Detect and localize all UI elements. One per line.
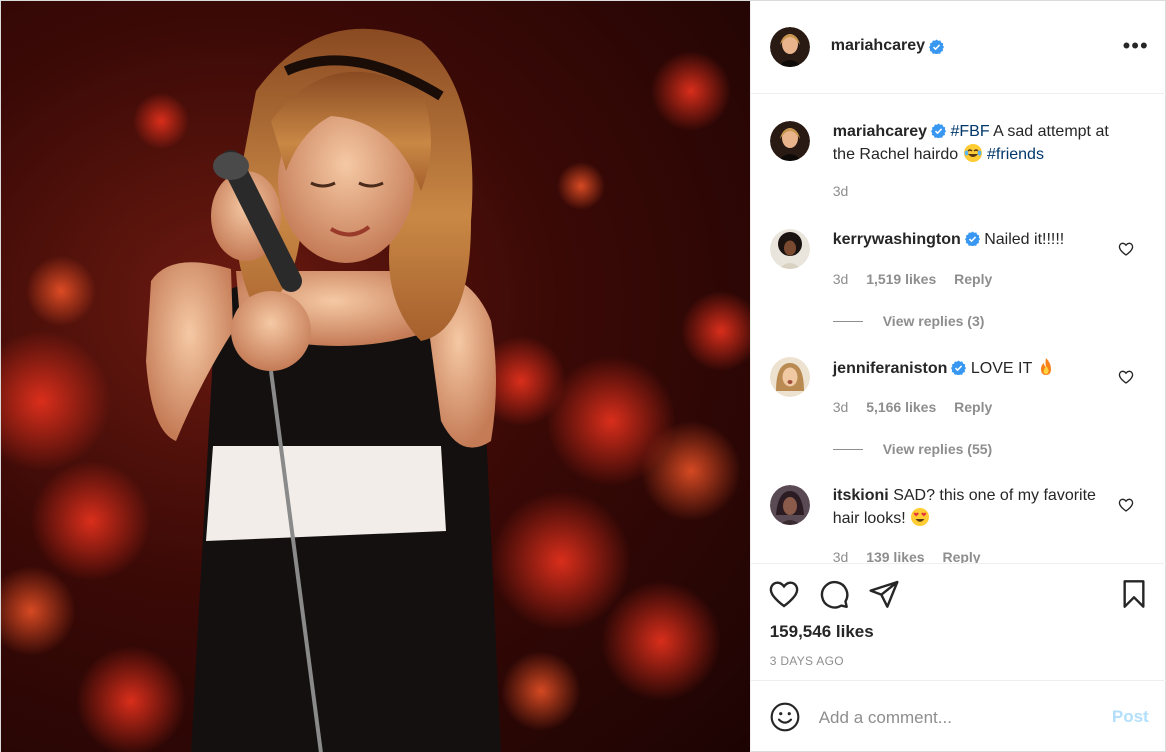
verified-icon [931,123,947,138]
hashtag-friends[interactable]: #friends [987,146,1044,163]
comment-icon[interactable] [818,578,850,610]
author-avatar[interactable] [769,27,810,67]
comment-text: jenniferaniston LOVE IT [833,357,1123,380]
comment-meta: 3d 5,166 likes Reply [833,399,1007,415]
comment-like-icon[interactable] [1118,369,1134,385]
likes-count[interactable]: 159,546 likes [770,622,874,642]
post-timestamp[interactable]: 3 DAYS AGO [770,654,844,668]
instagram-post: mariahcarey ••• mariahcarey #FBF A sad a… [0,0,1166,752]
paper-plane-icon[interactable] [868,578,900,610]
comment-input[interactable] [818,705,1089,731]
comment-likes[interactable]: 1,519 likes [866,271,936,287]
heart-icon[interactable] [768,578,800,610]
post-photo[interactable] [1,1,750,752]
reply-button[interactable]: Reply [942,549,980,563]
comment-time[interactable]: 3d [833,399,849,415]
reply-button[interactable]: Reply [954,271,992,287]
hashtag-fbf[interactable]: #FBF [950,123,989,140]
comment-username[interactable]: jenniferaniston [833,360,948,377]
comment-meta: 3d 139 likes Reply [833,549,995,563]
comment-likes[interactable]: 5,166 likes [866,399,936,415]
bookmark-icon[interactable] [1118,578,1150,610]
post-comment-button[interactable]: Post [1112,707,1149,727]
commenter-avatar[interactable] [769,485,810,525]
view-replies-button[interactable]: View replies (3) [832,313,985,329]
post-actions: 159,546 likes 3 DAYS AGO [750,563,1166,680]
heart-eyes-emoji [911,508,930,526]
caption-meta: 3d [833,183,863,199]
replies-divider [832,448,863,450]
fire-emoji [1041,358,1052,375]
caption-time[interactable]: 3d [833,183,849,199]
view-replies-label: View replies (3) [882,313,985,329]
post-image [1,28,750,752]
author-username[interactable]: mariahcarey [831,37,925,55]
caption-username[interactable]: mariahcarey [833,123,927,140]
joy-emoji [963,144,982,162]
comment-meta: 3d 1,519 likes Reply [833,271,1007,287]
author-avatar[interactable] [769,121,810,161]
caption-text: mariahcarey #FBF A sad attempt at the Ra… [833,121,1123,166]
post-header: mariahcarey ••• [750,1,1166,94]
comment-username[interactable]: kerrywashington [833,231,961,248]
commenter-avatar[interactable] [769,229,810,269]
add-comment-bar: Post [750,680,1166,752]
verified-icon [951,360,967,375]
comment-text: kerrywashington Nailed it!!!!! [833,229,1123,251]
view-replies-label: View replies (55) [882,441,993,457]
comment-likes[interactable]: 139 likes [866,549,924,563]
more-options-icon[interactable]: ••• [1123,35,1149,57]
commenter-avatar[interactable] [769,357,810,397]
comment-text: itskioni SAD? this one of my favorite ha… [833,485,1123,530]
comment-like-icon[interactable] [1118,241,1134,257]
comment-username[interactable]: itskioni [833,487,889,504]
comment-body: Nailed it!!!!! [984,231,1065,248]
comment-like-icon[interactable] [1118,497,1134,513]
post-sidebar: mariahcarey ••• mariahcarey #FBF A sad a… [749,1,1166,752]
comments-list[interactable]: mariahcarey #FBF A sad attempt at the Ra… [751,95,1166,563]
reply-button[interactable]: Reply [954,399,992,415]
comment-time[interactable]: 3d [833,271,849,287]
verified-icon [928,39,944,54]
replies-divider [832,320,863,322]
view-replies-button[interactable]: View replies (55) [832,441,993,457]
smiley-icon[interactable] [769,701,801,733]
verified-icon [964,231,980,246]
comment-time[interactable]: 3d [833,549,849,563]
comment-body: LOVE IT [970,360,1037,377]
